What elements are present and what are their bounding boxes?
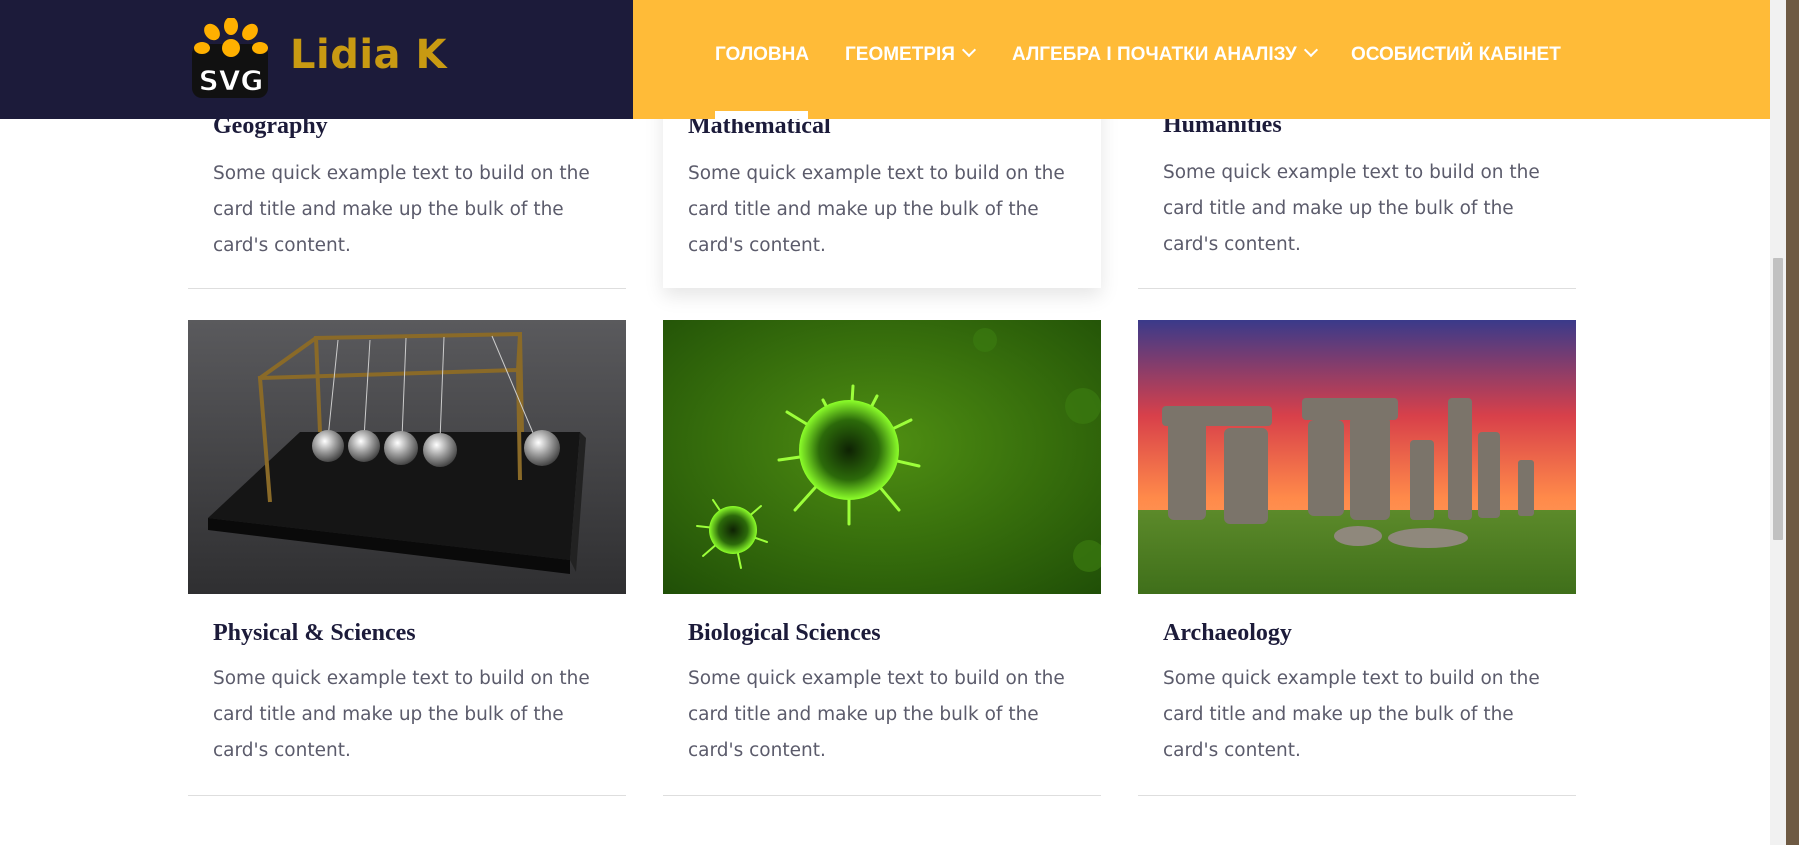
card-title: Archaeology <box>1163 620 1292 646</box>
card-text: Some quick example text to build on the … <box>1163 162 1540 255</box>
nav-item-label: ГОЛОВНА <box>715 44 810 65</box>
card-text: Some quick example text to build on the … <box>688 163 1065 256</box>
main-nav: ГОЛОВНА ГЕОМЕТРІЯ АЛГЕБРА І ПОЧАТКИ АНАЛ… <box>633 0 1770 119</box>
card-title: Physical & Sciences <box>213 620 416 646</box>
nav-item-algebra[interactable]: АЛГЕБРА І ПОЧАТКИ АНАЛІЗУ <box>1012 42 1318 66</box>
scrollbar-thumb[interactable] <box>1773 258 1783 540</box>
card-divider <box>663 795 1101 796</box>
logo-bar: SVG Lidia K <box>0 0 633 119</box>
logo-icon[interactable]: SVG <box>190 17 272 100</box>
card-divider <box>1138 288 1576 289</box>
card-text: Some quick example text to build on the … <box>213 163 590 256</box>
card-title: Biological Sciences <box>688 620 881 646</box>
page: SVG Lidia K ГОЛОВНА ГЕОМЕТРІЯ АЛГЕБРА І … <box>0 0 1770 845</box>
chevron-down-icon <box>961 42 977 58</box>
active-nav-indicator <box>715 111 808 119</box>
nav-item-label: ГЕОМЕТРІЯ <box>845 44 955 65</box>
brand-name[interactable]: Lidia K <box>290 32 447 78</box>
nav-item-label: АЛГЕБРА І ПОЧАТКИ АНАЛІЗУ <box>1012 44 1297 65</box>
card-divider <box>188 795 626 796</box>
card-text: Some quick example text to build on the … <box>1163 668 1540 761</box>
virus-image <box>663 320 1101 594</box>
vertical-scrollbar[interactable] <box>1770 0 1786 845</box>
newtons-cradle-image <box>188 320 626 594</box>
nav-item-home[interactable]: ГОЛОВНА <box>715 44 809 66</box>
card-text: Some quick example text to build on the … <box>688 668 1065 761</box>
stonehenge-image <box>1138 320 1576 594</box>
card-text: Some quick example text to build on the … <box>213 668 590 761</box>
nav-item-account[interactable]: ОСОБИСТИЙ КАБІНЕТ <box>1351 44 1561 66</box>
nav-item-label: ОСОБИСТИЙ КАБІНЕТ <box>1351 44 1561 65</box>
card-biological-sciences[interactable]: Biological Sciences Some quick example t… <box>663 320 1101 796</box>
card-divider <box>188 288 626 289</box>
nav-item-geometry[interactable]: ГЕОМЕТРІЯ <box>845 42 977 66</box>
card-divider <box>1138 795 1576 796</box>
chevron-down-icon <box>1303 42 1318 58</box>
card-physical-sciences[interactable]: Physical & Sciences Some quick example t… <box>188 320 626 796</box>
card-archaeology[interactable]: Archaeology Some quick example text to b… <box>1138 320 1576 796</box>
svg-text:SVG: SVG <box>199 64 264 97</box>
